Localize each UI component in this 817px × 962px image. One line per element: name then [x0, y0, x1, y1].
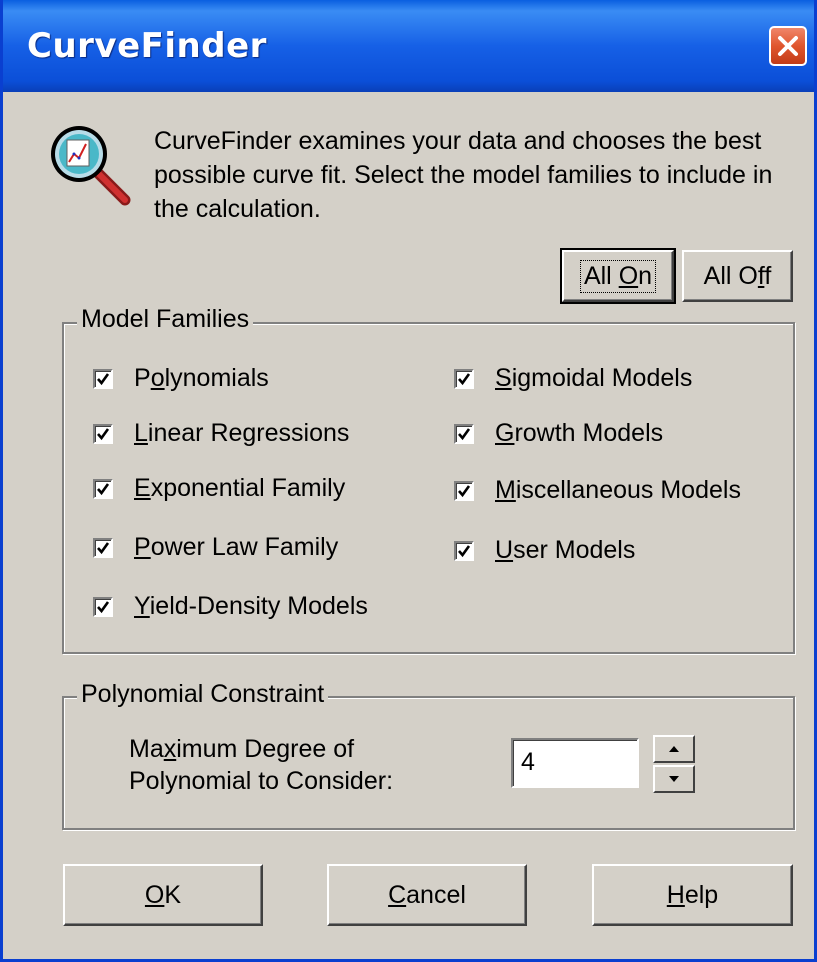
- checkbox-label: Growth Models: [495, 419, 664, 447]
- all-off-button[interactable]: All Off: [682, 250, 793, 302]
- checkbox-label: Polynomials: [134, 364, 269, 392]
- all-on-button[interactable]: All On: [560, 248, 676, 304]
- checkbox-exponential-family[interactable]: Exponential Family: [93, 474, 345, 503]
- checkbox-label: Yield-Density Models: [134, 592, 368, 620]
- checkbox-label: User Models: [495, 536, 636, 564]
- checkbox-yield-density-models[interactable]: Yield-Density Models: [93, 592, 368, 621]
- checkbox-label: Exponential Family: [134, 474, 346, 502]
- magnifier-chart-icon: [45, 120, 135, 215]
- spin-up-button[interactable]: [653, 735, 695, 763]
- checkbox-box[interactable]: [93, 596, 113, 617]
- checkbox-box[interactable]: [93, 368, 113, 389]
- polynomial-constraint-label: Polynomial Constraint: [77, 680, 329, 709]
- checkbox-label: Sigmoidal Models: [495, 364, 693, 392]
- close-button[interactable]: [769, 26, 807, 66]
- max-degree-input[interactable]: 4: [511, 738, 639, 788]
- checkbox-box[interactable]: [454, 540, 474, 561]
- spin-down-button[interactable]: [653, 765, 695, 793]
- checkbox-box[interactable]: [93, 423, 113, 444]
- help-button[interactable]: Help: [592, 864, 793, 926]
- checkbox-box[interactable]: [454, 423, 474, 444]
- checkbox-box[interactable]: [454, 480, 474, 501]
- checkbox-user-models[interactable]: User Models: [454, 536, 635, 565]
- description-text: CurveFinder examines your data and choos…: [154, 127, 773, 223]
- model-families-label: Model Families: [77, 305, 254, 334]
- max-degree-label: Maximum Degree of Polynomial to Consider…: [129, 735, 394, 795]
- checkbox-growth-models[interactable]: Growth Models: [454, 419, 663, 448]
- checkbox-sigmoidal-models[interactable]: Sigmoidal Models: [454, 364, 692, 393]
- ok-button[interactable]: OK: [63, 864, 263, 926]
- curvefinder-dialog: CurveFinder CurveFinder examines your da…: [0, 0, 817, 962]
- checkbox-power-law-family[interactable]: Power Law Family: [93, 533, 338, 562]
- title-bar[interactable]: CurveFinder: [3, 0, 814, 92]
- arrow-up-icon: [668, 740, 680, 758]
- cancel-button[interactable]: Cancel: [327, 864, 527, 926]
- checkbox-box[interactable]: [93, 478, 113, 499]
- checkbox-label: Power Law Family: [134, 533, 339, 561]
- window-title: CurveFinder: [27, 26, 267, 66]
- checkbox-polynomials[interactable]: Polynomials: [93, 364, 269, 393]
- checkbox-label: Linear Regressions: [134, 419, 350, 447]
- checkbox-box[interactable]: [93, 537, 113, 558]
- checkbox-label: Miscellaneous Models: [495, 476, 741, 504]
- close-icon: [776, 34, 800, 58]
- checkbox-linear-regressions[interactable]: Linear Regressions: [93, 419, 349, 448]
- arrow-down-icon: [668, 770, 680, 788]
- checkbox-miscellaneous-models[interactable]: Miscellaneous Models: [454, 476, 741, 505]
- checkbox-box[interactable]: [454, 368, 474, 389]
